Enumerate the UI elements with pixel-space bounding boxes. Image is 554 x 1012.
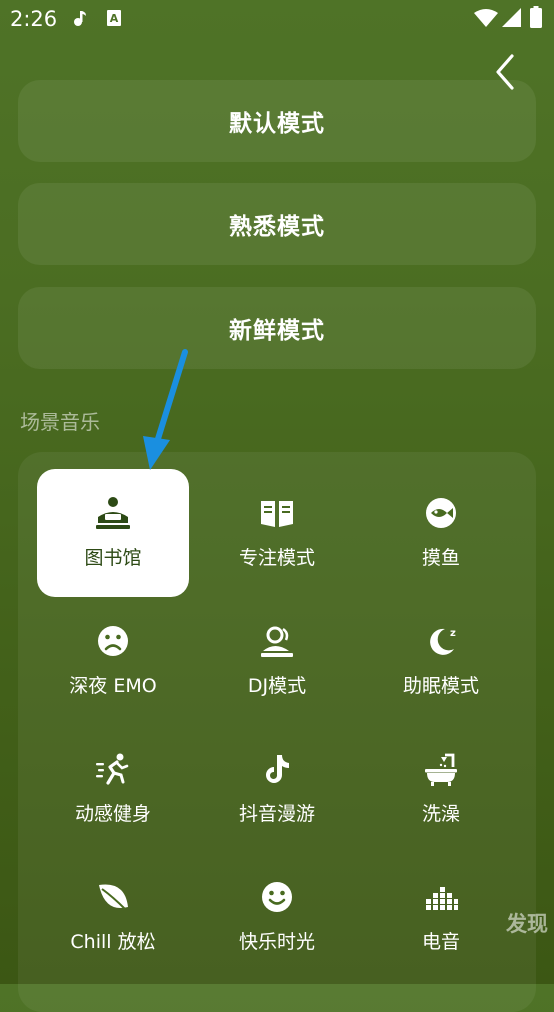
signal-icon (502, 8, 522, 32)
sad-face-icon (93, 621, 133, 661)
scene-label: 专注模式 (238, 547, 315, 569)
svg-text:z: z (450, 628, 456, 639)
music-note-icon (72, 9, 88, 31)
scene-label: 洗澡 (421, 803, 460, 825)
leaf-icon (93, 877, 133, 917)
fish-icon (421, 493, 461, 533)
scene-focus[interactable]: 专注模式 (201, 469, 353, 597)
wifi-icon (474, 8, 498, 32)
battery-icon (530, 6, 542, 32)
moon-sleep-icon: z (421, 621, 461, 661)
status-time: 2:26 (10, 7, 58, 31)
mode-label: 默认模式 (229, 111, 325, 137)
scene-library[interactable]: 图书馆 (37, 469, 189, 597)
library-icon (93, 493, 133, 533)
scene-chill[interactable]: Chill 放松 (37, 853, 189, 981)
equalizer-icon (421, 877, 461, 917)
bathtub-icon (421, 749, 461, 789)
scene-happy-time[interactable]: 快乐时光 (201, 853, 353, 981)
scene-label: 摸鱼 (421, 547, 460, 569)
scene-label: 快乐时光 (238, 931, 315, 953)
scene-fitness[interactable]: 动感健身 (37, 725, 189, 853)
scene-sleep-mode[interactable]: z 助眠模式 (365, 597, 517, 725)
book-icon (257, 493, 297, 533)
svg-text:A: A (110, 12, 119, 25)
scene-label: 深夜 EMO (69, 675, 157, 697)
scene-electronic[interactable]: 电音 (365, 853, 517, 981)
scene-label: 图书馆 (84, 547, 142, 569)
scene-slack-off[interactable]: 摸鱼 (365, 469, 517, 597)
scene-douyin-roam[interactable]: 抖音漫游 (201, 725, 353, 853)
scene-label: 助眠模式 (402, 675, 479, 697)
scene-label: 动感健身 (74, 803, 151, 825)
status-bar: 2:26 A (0, 0, 554, 40)
mode-familiar-button[interactable]: 熟悉模式 (18, 183, 536, 265)
scene-label: 抖音漫游 (238, 803, 315, 825)
scene-label: 电音 (421, 931, 460, 953)
scene-music-panel: 图书馆 专注模式 摸鱼 深夜 EMO DJ模式 z 助眠模式 动感健身 抖音漫游… (18, 452, 536, 1012)
discover-label[interactable]: 发现 (506, 908, 548, 938)
mode-default-button[interactable]: 默认模式 (18, 80, 536, 162)
scene-bath[interactable]: 洗澡 (365, 725, 517, 853)
smile-icon (257, 877, 297, 917)
scene-label: Chill 放松 (70, 931, 156, 953)
dj-icon (257, 621, 297, 661)
scene-dj-mode[interactable]: DJ模式 (201, 597, 353, 725)
a-notification-icon: A (106, 9, 122, 31)
scene-late-night-emo[interactable]: 深夜 EMO (37, 597, 189, 725)
running-icon (93, 749, 133, 789)
mode-label: 熟悉模式 (229, 214, 325, 240)
tiktok-icon (257, 749, 297, 789)
scene-label: DJ模式 (247, 675, 307, 697)
section-title-scene-music: 场景音乐 (20, 410, 100, 434)
mode-fresh-button[interactable]: 新鲜模式 (18, 287, 536, 369)
mode-label: 新鲜模式 (229, 318, 325, 344)
